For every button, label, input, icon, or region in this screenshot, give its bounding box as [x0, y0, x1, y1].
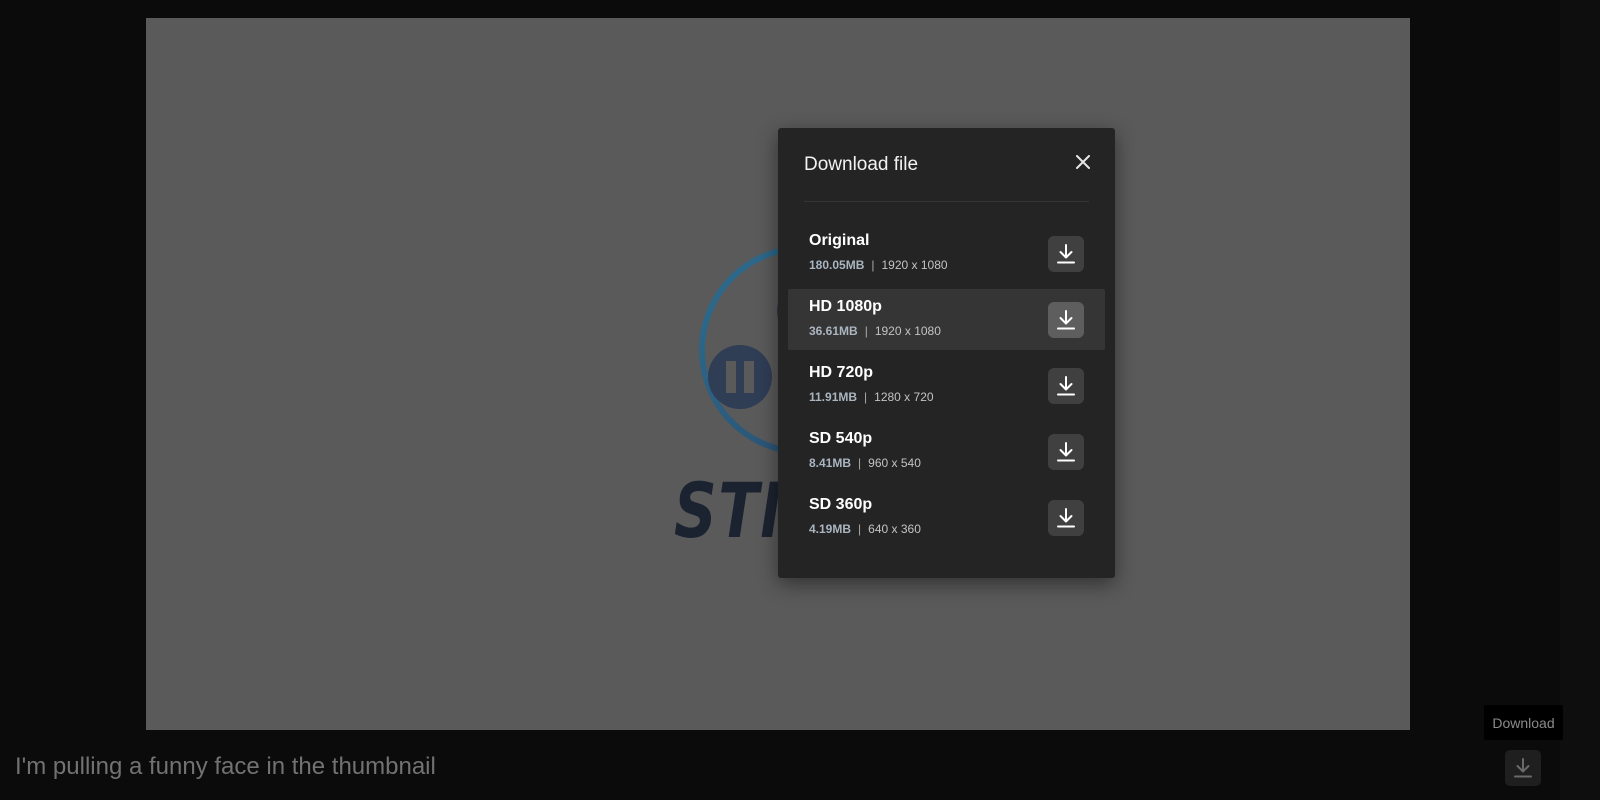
- option-file-size: 36.61MB: [809, 324, 858, 338]
- option-meta: 36.61MB | 1920 x 1080: [809, 324, 941, 338]
- option-label: SD 360p: [809, 496, 873, 513]
- download-option-sd-540p[interactable]: SD 540p 8.41MB | 960 x 540: [788, 421, 1105, 482]
- option-resolution: 960 x 540: [868, 456, 921, 470]
- option-file-size: 8.41MB: [809, 456, 852, 470]
- modal-divider: [804, 201, 1089, 202]
- option-separator: |: [864, 324, 868, 338]
- download-icon: [1057, 376, 1075, 396]
- option-meta: 11.91MB | 1280 x 720: [809, 390, 934, 404]
- download-button[interactable]: [1048, 236, 1084, 272]
- option-separator: |: [871, 258, 875, 272]
- option-label: Original: [809, 232, 870, 249]
- download-icon: [1057, 442, 1075, 462]
- option-file-size: 180.05MB: [809, 258, 865, 272]
- right-gutter: [1560, 0, 1600, 800]
- option-resolution: 1920 x 1080: [881, 258, 948, 272]
- option-label: HD 720p: [809, 364, 874, 381]
- download-option-hd-720p[interactable]: HD 720p 11.91MB | 1280 x 720: [788, 355, 1105, 416]
- option-resolution: 1280 x 720: [874, 390, 934, 404]
- download-option-list: Original 180.05MB | 1920 x 1080 HD 1080p 3…: [788, 223, 1105, 553]
- option-file-size: 11.91MB: [809, 390, 858, 404]
- option-separator: |: [858, 522, 862, 536]
- download-button[interactable]: [1048, 434, 1084, 470]
- modal-title: Download file: [804, 154, 919, 175]
- download-icon: [1057, 244, 1075, 264]
- option-label: HD 1080p: [809, 298, 882, 315]
- download-modal: Download file Original 180.05MB | 1920 x 1…: [778, 128, 1115, 578]
- download-tooltip: Download: [1484, 705, 1563, 740]
- option-separator: |: [858, 456, 862, 470]
- download-option-sd-360p[interactable]: SD 360p 4.19MB | 640 x 360: [788, 487, 1105, 548]
- download-button[interactable]: [1048, 302, 1084, 338]
- option-meta: 8.41MB | 960 x 540: [809, 456, 921, 470]
- option-file-size: 4.19MB: [809, 522, 852, 536]
- footer-download-button[interactable]: [1505, 750, 1541, 786]
- download-button[interactable]: [1048, 500, 1084, 536]
- close-button[interactable]: [1071, 150, 1095, 174]
- option-resolution: 1920 x 1080: [874, 324, 941, 338]
- download-icon: [1514, 758, 1532, 778]
- download-button[interactable]: [1048, 368, 1084, 404]
- option-meta: 180.05MB | 1920 x 1080: [809, 258, 948, 272]
- option-label: SD 540p: [809, 430, 873, 447]
- download-icon: [1057, 508, 1075, 528]
- video-caption: I'm pulling a funny face in the thumbnai…: [15, 753, 436, 780]
- download-option-original[interactable]: Original 180.05MB | 1920 x 1080: [788, 223, 1105, 284]
- option-separator: |: [864, 390, 868, 404]
- download-icon: [1057, 310, 1075, 330]
- option-meta: 4.19MB | 640 x 360: [809, 522, 921, 536]
- close-icon: [1076, 155, 1090, 169]
- option-resolution: 640 x 360: [868, 522, 921, 536]
- download-option-hd-1080p[interactable]: HD 1080p 36.61MB | 1920 x 1080: [788, 289, 1105, 350]
